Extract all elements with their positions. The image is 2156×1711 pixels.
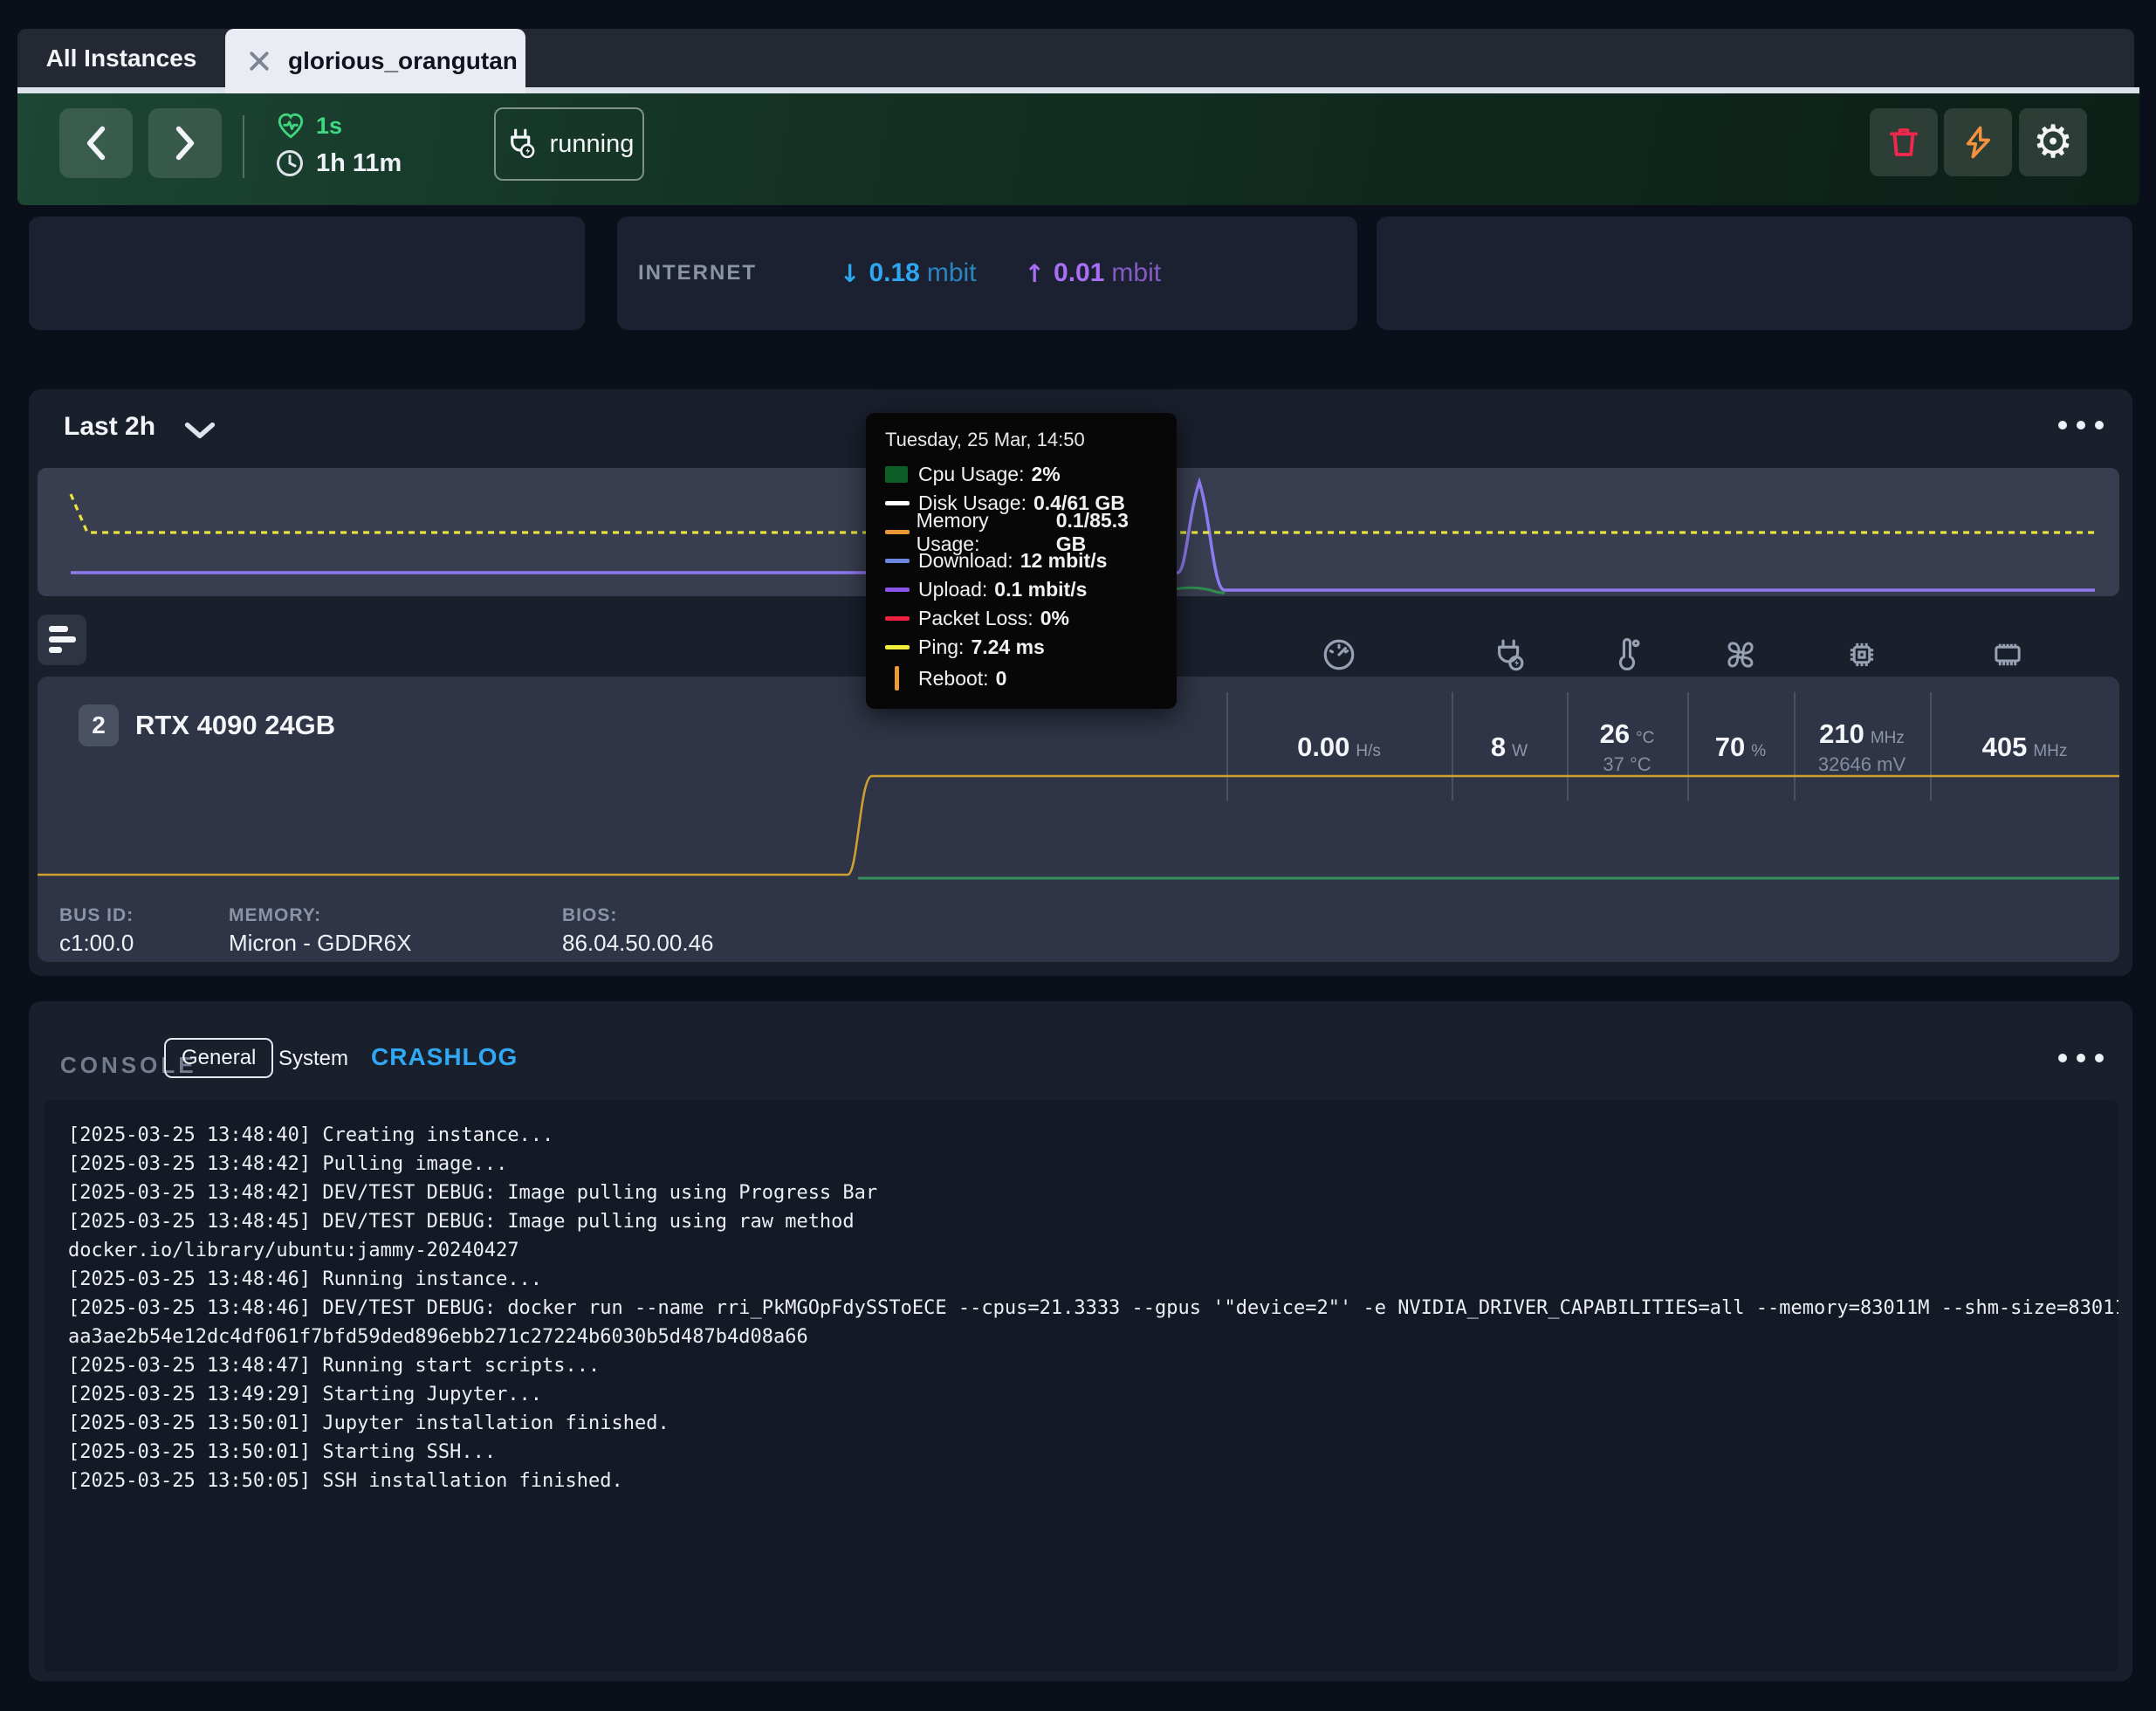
log-line: [2025-03-25 13:48:42] DEV/TEST DEBUG: Im… bbox=[68, 1178, 2118, 1207]
lightning-bolt-icon bbox=[1960, 124, 1996, 161]
log-line: [2025-03-25 13:48:40] Creating instance.… bbox=[68, 1121, 2118, 1150]
reboot-swatch bbox=[895, 666, 899, 691]
tab-all-instances-label: All Instances bbox=[46, 45, 197, 72]
log-line: [2025-03-25 13:48:47] Running start scri… bbox=[68, 1351, 2118, 1380]
toolbar-divider bbox=[243, 115, 244, 178]
console-menu-button[interactable] bbox=[2058, 1054, 2104, 1062]
bus-id-label: BUS ID: bbox=[59, 905, 134, 926]
upload-unit: mbit bbox=[1111, 258, 1161, 288]
internet-row: INTERNET ↓ 0.18 mbit ↑ 0.01 mbit bbox=[617, 216, 1357, 330]
ping-swatch bbox=[885, 645, 910, 649]
chart-menu-button[interactable] bbox=[2058, 421, 2104, 429]
log-line: [2025-03-25 13:48:42] Pulling image... bbox=[68, 1150, 2118, 1178]
log-line: [2025-03-25 13:48:45] DEV/TEST DEBUG: Im… bbox=[68, 1207, 2118, 1236]
prev-instance-button[interactable] bbox=[59, 108, 133, 178]
memory-value: Micron - GDDR6X bbox=[229, 930, 411, 957]
power-icon bbox=[1483, 636, 1535, 674]
uptime-value: 1h 11m bbox=[316, 149, 402, 178]
clock-icon bbox=[274, 148, 306, 179]
console-log[interactable]: [2025-03-25 13:48:40] Creating instance.… bbox=[44, 1100, 2118, 1672]
log-line: [2025-03-25 13:49:29] Starting Jupyter..… bbox=[68, 1380, 2118, 1409]
console-card: CONSOLE General System CRASHLOG [2025-03… bbox=[29, 1001, 2132, 1681]
memory-clock-icon bbox=[1981, 636, 2034, 674]
console-tab-system[interactable]: System bbox=[278, 1047, 348, 1071]
close-icon[interactable] bbox=[246, 48, 272, 74]
heartbeat-stat: 1s bbox=[276, 111, 342, 141]
time-range-dropdown[interactable] bbox=[184, 421, 216, 440]
trash-icon bbox=[1885, 124, 1922, 161]
tooltip-row-ping: Ping:7.24 ms bbox=[885, 633, 1157, 662]
crashlog-link[interactable]: CRASHLOG bbox=[371, 1043, 518, 1071]
ellipsis-icon bbox=[2058, 421, 2067, 429]
destroy-instance-button[interactable] bbox=[1870, 108, 1938, 176]
log-line: aa3ae2b54e12dc4df061f7bfd59ded896ebb271c… bbox=[68, 1323, 2118, 1351]
chevron-left-icon bbox=[85, 126, 107, 161]
tooltip-title: Tuesday, 25 Mar, 14:50 bbox=[885, 429, 1157, 451]
log-line: docker.io/library/ubuntu:jammy-20240427 bbox=[68, 1236, 2118, 1265]
upload-value: 0.01 bbox=[1054, 258, 1104, 288]
time-range-label: Last 2h bbox=[64, 412, 155, 442]
tab-instance[interactable]: glorious_orangutan bbox=[225, 29, 525, 93]
heartbeat-icon bbox=[276, 111, 306, 141]
tooltip-row-cpu: Cpu Usage:2% bbox=[885, 460, 1157, 489]
gpu-row[interactable]: 2 RTX 4090 24GB 0.00H/s 8W 26°C 37 °C 70… bbox=[38, 677, 2119, 962]
core-clock-icon bbox=[1836, 636, 1888, 674]
uptime-stat: 1h 11m bbox=[274, 148, 402, 179]
log-line: [2025-03-25 13:48:46] DEV/TEST DEBUG: do… bbox=[68, 1294, 2118, 1323]
bios-value: 86.04.50.00.46 bbox=[562, 930, 714, 957]
download-swatch bbox=[885, 559, 910, 563]
tooltip-row-upload: Upload:0.1 mbit/s bbox=[885, 575, 1157, 604]
console-tab-general[interactable]: General bbox=[164, 1038, 273, 1078]
fan-icon bbox=[1714, 636, 1767, 674]
speedometer-icon bbox=[1313, 636, 1365, 674]
gpu-gold-line bbox=[38, 776, 2119, 875]
tooltip-row-reboot: Reboot:0 bbox=[885, 662, 1157, 695]
summary-card-left bbox=[29, 216, 585, 330]
power-plug-icon bbox=[505, 127, 538, 161]
upload-swatch bbox=[885, 588, 910, 592]
temperature-icon bbox=[1601, 636, 1653, 674]
log-line: [2025-03-25 13:50:01] Jupyter installati… bbox=[68, 1409, 2118, 1438]
packet-loss-swatch bbox=[885, 616, 910, 621]
next-instance-button[interactable] bbox=[148, 108, 222, 178]
tab-instance-label: glorious_orangutan bbox=[288, 47, 518, 75]
log-line: [2025-03-25 13:48:46] Running instance..… bbox=[68, 1265, 2118, 1294]
chart-tooltip: Tuesday, 25 Mar, 14:50 Cpu Usage:2% Disk… bbox=[866, 413, 1177, 709]
bios-label: BIOS: bbox=[562, 905, 617, 926]
gpu-utilization-chart bbox=[38, 764, 2119, 897]
summary-card-right bbox=[1377, 216, 2132, 330]
status-label: running bbox=[550, 130, 635, 159]
settings-button[interactable]: ⚙ bbox=[2019, 108, 2087, 176]
instance-toolbar: 1s 1h 11m running ⚙ bbox=[17, 93, 2139, 205]
ellipsis-icon bbox=[2058, 1054, 2067, 1062]
reboot-instance-button[interactable] bbox=[1944, 108, 2012, 176]
memory-label: MEMORY: bbox=[229, 905, 321, 926]
internet-label: INTERNET bbox=[638, 261, 757, 285]
gpu-index-badge: 2 bbox=[79, 704, 119, 746]
gpu-list-toggle-button[interactable] bbox=[38, 615, 86, 665]
tooltip-row-packet-loss: Packet Loss:0% bbox=[885, 604, 1157, 633]
upload-arrow-icon: ↑ bbox=[1025, 259, 1045, 288]
internet-card: INTERNET ↓ 0.18 mbit ↑ 0.01 mbit bbox=[617, 216, 1357, 330]
log-line: [2025-03-25 13:50:05] SSH installation f… bbox=[68, 1467, 2118, 1495]
tab-all-instances[interactable]: All Instances bbox=[17, 29, 225, 88]
status-badge[interactable]: running bbox=[494, 107, 644, 181]
cpu-swatch bbox=[885, 466, 908, 483]
log-line: [2025-03-25 13:50:01] Starting SSH... bbox=[68, 1438, 2118, 1467]
gear-icon: ⚙ bbox=[2033, 120, 2074, 165]
disk-swatch bbox=[885, 501, 910, 505]
heartbeat-value: 1s bbox=[316, 113, 342, 140]
tooltip-row-memory: Memory Usage:0.1/85.3 GB bbox=[885, 518, 1157, 546]
download-value: 0.18 bbox=[869, 258, 919, 288]
download-unit: mbit bbox=[927, 258, 977, 288]
download-arrow-icon: ↓ bbox=[840, 259, 860, 288]
chevron-right-icon bbox=[174, 126, 196, 161]
memory-swatch bbox=[885, 530, 910, 534]
gpu-name: RTX 4090 24GB bbox=[135, 710, 335, 741]
bus-id-value: c1:00.0 bbox=[59, 930, 134, 957]
bar-chart-icon bbox=[49, 626, 86, 653]
